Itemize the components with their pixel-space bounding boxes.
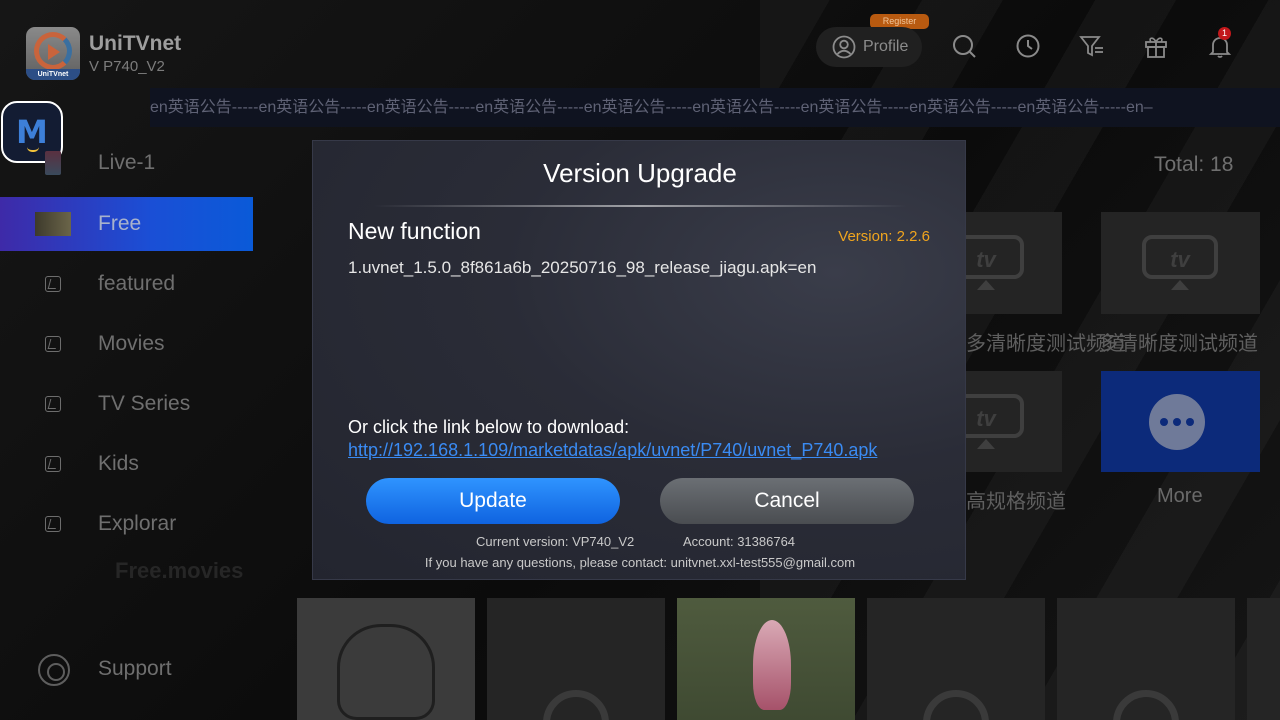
app-name: UniTVnet (89, 31, 182, 55)
update-button[interactable]: Update (366, 478, 620, 524)
movie-poster[interactable] (677, 598, 855, 720)
marquee-text: en英语公告-----en英语公告-----en英语公告-----en英语公告-… (150, 99, 1153, 116)
sidebar-item-label: Kids (98, 452, 139, 475)
movie-poster[interactable] (867, 598, 1045, 720)
contact-info: If you have any questions, please contac… (424, 555, 856, 570)
support-button[interactable]: Support (0, 643, 253, 697)
sidebar-item-movies[interactable]: Movies (0, 317, 253, 371)
category-icon (45, 516, 61, 532)
app-logo-icon: UniTVnet (26, 27, 80, 80)
title-divider (373, 205, 907, 207)
gift-icon[interactable] (1143, 33, 1169, 59)
placeholder-logo-icon (1113, 690, 1179, 720)
more-label: More (1157, 485, 1203, 507)
category-icon (45, 276, 61, 292)
sidebar-item-explorar[interactable]: Explorar (0, 497, 253, 551)
new-function-heading: New function (348, 218, 481, 244)
download-link[interactable]: http://192.168.1.109/marketdatas/apk/uvn… (348, 440, 877, 461)
sidebar-item-label: Movies (98, 332, 165, 355)
app-version: V P740_V2 (89, 57, 165, 75)
channel-tile-label: 多清晰度测试频道 (1098, 333, 1258, 355)
support-label: Support (98, 657, 172, 680)
channel-thumbnail-icon (45, 151, 61, 175)
profile-button[interactable]: Profile (816, 27, 922, 67)
movie-poster[interactable] (487, 598, 665, 720)
svg-text:tv: tv (976, 406, 997, 431)
category-icon (45, 396, 61, 412)
notification-count-badge: 1 (1218, 27, 1231, 40)
sidebar-item-label: featured (98, 272, 176, 295)
sidebar-item-label: Free (98, 212, 142, 235)
tv-icon: tv (1142, 235, 1218, 290)
section-title: Free.movies (115, 558, 244, 583)
history-icon[interactable] (1015, 33, 1041, 59)
more-icon (1149, 394, 1205, 450)
movie-poster[interactable] (1057, 598, 1235, 720)
sidebar-item-label: TV Series (98, 392, 191, 415)
sidebar-item-tv-series[interactable]: TV Series (0, 377, 253, 431)
filter-icon[interactable] (1079, 33, 1105, 59)
sidebar-item-label: Live-1 (98, 151, 156, 174)
account-number: Account: 31386764 (683, 534, 796, 549)
category-icon (45, 456, 61, 472)
movie-poster[interactable] (1247, 598, 1280, 720)
sidebar-item-label: Explorar (98, 512, 177, 535)
download-link-intro: Or click the link below to download: (348, 417, 630, 437)
placeholder-logo-icon (543, 690, 609, 720)
total-count: Total: 18 (1154, 153, 1234, 176)
sidebar-item-featured[interactable]: featured (0, 257, 253, 311)
sidebar-item-free[interactable]: Free (0, 197, 253, 251)
support-icon (38, 654, 70, 686)
version-label: Version: 2.2.6 (838, 228, 930, 245)
current-version: Current version: VP740_V2 (476, 534, 635, 549)
search-icon[interactable] (951, 33, 977, 59)
placeholder-logo-icon (923, 690, 989, 720)
svg-text:tv: tv (976, 247, 997, 272)
brand: UniTVnet UniTVnet V P740_V2 (26, 27, 181, 80)
user-icon (832, 35, 856, 59)
change-log: 1.uvnet_1.5.0_8f861a6b_20250716_98_relea… (348, 258, 817, 277)
sidebar-item-live-1[interactable]: Live-1 (0, 136, 253, 190)
channel-thumbnail-icon (35, 212, 71, 236)
dialog-title: Version Upgrade (543, 158, 737, 188)
more-tile[interactable] (1101, 371, 1260, 472)
sidebar-item-kids[interactable]: Kids (0, 437, 253, 491)
channel-tile[interactable]: tv (1101, 212, 1260, 314)
logo-label: UniTVnet (26, 69, 80, 80)
version-upgrade-dialog: Version Upgrade New function Version: 2.… (312, 140, 966, 580)
svg-text:tv: tv (1170, 247, 1191, 272)
profile-label: Profile (863, 38, 909, 55)
cancel-button[interactable]: Cancel (660, 478, 914, 524)
channel-tile-label: 高规格频道 (966, 491, 1066, 513)
top-header: UniTVnet UniTVnet V P740_V2 Register Pro… (0, 0, 1280, 88)
announcement-marquee: en英语公告-----en英语公告-----en英语公告-----en英语公告-… (150, 88, 1280, 127)
movie-poster[interactable] (297, 598, 475, 720)
category-icon (45, 336, 61, 352)
